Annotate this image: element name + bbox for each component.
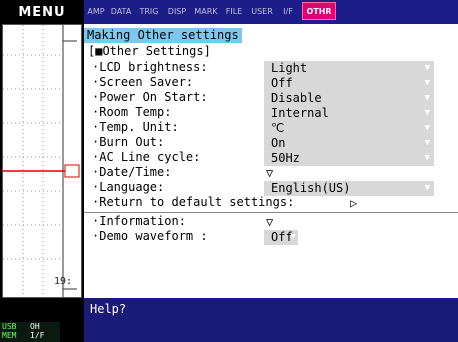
temp-unit-select[interactable]: ℃ ▼ xyxy=(264,121,434,136)
language-label: ·Language: xyxy=(92,180,165,194)
tab-user[interactable]: USER xyxy=(248,4,276,20)
tab-disp[interactable]: DISP xyxy=(164,4,190,20)
tab-bar: AMP DATA TRIG DISP MARK FILE USER I/F OT… xyxy=(84,0,458,24)
tab-amp[interactable]: AMP xyxy=(86,4,106,20)
tab-mark[interactable]: MARK xyxy=(192,4,220,20)
lcd-brightness-label: ·LCD brightness: xyxy=(92,60,208,74)
power-on-start-value: Disable xyxy=(271,91,322,105)
screen-saver-value: Off xyxy=(271,76,293,90)
return-to-default-label: ·Return to default settings: xyxy=(92,195,295,209)
information-label: ·Information: xyxy=(92,214,186,228)
screen-saver-select[interactable]: Off ▼ xyxy=(264,76,434,91)
burn-out-value: On xyxy=(271,136,286,150)
help-bar: Help? xyxy=(84,298,458,342)
return-to-default-play-icon[interactable]: ▷ xyxy=(350,196,357,211)
if-status: I/F xyxy=(30,331,45,340)
tab-othr[interactable]: OTHR xyxy=(302,2,336,20)
divider xyxy=(84,212,458,213)
room-temp-value: Internal xyxy=(271,106,329,120)
demo-waveform-select[interactable]: Off ▼ xyxy=(264,230,298,245)
burn-out-label: ·Burn Out: xyxy=(92,135,165,149)
temp-unit-value: ℃ xyxy=(271,121,285,135)
chevron-down-icon: ▼ xyxy=(424,78,430,88)
ac-line-cycle-value: 50Hz xyxy=(271,151,300,165)
mem-status: MEM xyxy=(2,331,17,340)
ac-line-cycle-label: ·AC Line cycle: xyxy=(92,150,201,164)
left-strip: MENU 19: USB OH MEM I/F xyxy=(0,0,84,342)
chevron-down-icon: ▼ xyxy=(424,108,430,118)
chevron-down-icon: ▼ xyxy=(424,123,430,133)
power-on-start-label: ·Power On Start: xyxy=(92,90,208,104)
screen-saver-label: ·Screen Saver: xyxy=(92,75,194,89)
language-select[interactable]: English(US) ▼ xyxy=(264,181,434,196)
other-settings-panel: Making Other settings [■Other Settings] … xyxy=(84,24,458,298)
demo-waveform-label: ·Demo waveform : xyxy=(92,229,208,243)
tab-data[interactable]: DATA xyxy=(108,4,134,20)
chevron-down-icon: ▼ xyxy=(290,232,296,242)
tab-if[interactable]: I/F xyxy=(278,4,298,20)
ac-line-cycle-select[interactable]: 50Hz ▼ xyxy=(264,151,434,166)
language-value: English(US) xyxy=(271,181,351,195)
chevron-down-icon: ▼ xyxy=(424,93,430,103)
burn-out-select[interactable]: On ▼ xyxy=(264,136,434,151)
tab-trig[interactable]: TRIG xyxy=(136,4,162,20)
menu-button[interactable]: MENU xyxy=(0,0,84,24)
power-on-start-select[interactable]: Disable ▼ xyxy=(264,91,434,106)
waveform-grid xyxy=(3,25,80,297)
chevron-down-icon: ▼ xyxy=(424,63,430,73)
chevron-down-icon: ▼ xyxy=(424,153,430,163)
waveform-preview xyxy=(2,24,82,298)
temp-unit-label: ·Temp. Unit: xyxy=(92,120,179,134)
page-title: Making Other settings xyxy=(84,28,242,43)
date-time-open-icon[interactable]: ▽ xyxy=(266,166,273,181)
io-status: OH xyxy=(30,322,40,331)
section-heading: [■Other Settings] xyxy=(88,44,211,58)
chevron-down-icon: ▼ xyxy=(424,183,430,193)
tab-file[interactable]: FILE xyxy=(222,4,246,20)
usb-status: USB xyxy=(2,322,17,331)
room-temp-label: ·Room Temp: xyxy=(92,105,172,119)
demo-waveform-value: Off xyxy=(271,230,293,244)
waveform-marker xyxy=(64,164,80,178)
lcd-brightness-select[interactable]: Light ▼ xyxy=(264,61,434,76)
chevron-down-icon: ▼ xyxy=(424,138,430,148)
room-temp-select[interactable]: Internal ▼ xyxy=(264,106,434,121)
information-open-icon[interactable]: ▽ xyxy=(266,215,273,230)
time-div-value: 19: xyxy=(53,276,72,287)
lcd-brightness-value: Light xyxy=(271,61,308,75)
help-text: Help? xyxy=(90,302,127,316)
date-time-label: ·Date/Time: xyxy=(92,165,172,179)
